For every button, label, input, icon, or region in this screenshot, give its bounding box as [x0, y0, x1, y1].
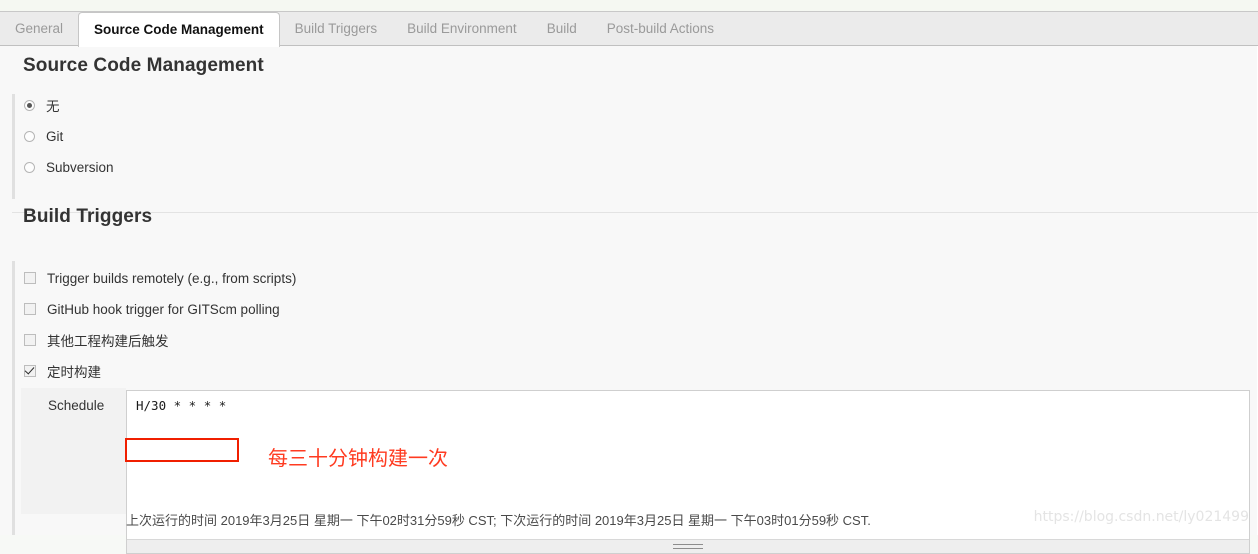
scm-option-row[interactable]: Git: [24, 126, 63, 146]
scm-option-label: 无: [46, 99, 60, 114]
textarea-footer: [127, 539, 1249, 553]
scm-option-row[interactable]: Subversion: [24, 157, 114, 177]
build-trigger-option-row[interactable]: 定时构建: [24, 361, 101, 381]
tab-general[interactable]: General: [0, 12, 78, 46]
tab-list: General Source Code Management Build Trigg…: [0, 12, 729, 47]
schedule-input-value: H/30 * * * *: [136, 398, 227, 413]
tab-build[interactable]: Build: [532, 12, 592, 46]
schedule-status-text: 上次运行的时间 2019年3月25日 星期一 下午02时31分59秒 CST; …: [126, 513, 871, 528]
watermark-text: https://blog.csdn.net/ly021499: [1033, 509, 1249, 525]
build-trigger-option-row[interactable]: GitHub hook trigger for GITScm polling: [24, 299, 280, 319]
build-trigger-option-label: GitHub hook trigger for GITScm polling: [47, 301, 280, 317]
config-tab-bar: General Source Code Management Build Trigg…: [0, 11, 1258, 47]
build-trigger-option-row[interactable]: 其他工程构建后触发: [24, 330, 169, 350]
scm-option-label: Subversion: [46, 159, 114, 175]
radio-button-icon[interactable]: [24, 130, 35, 142]
config-content-panel: Source Code Management 无 Git Subversion Bu…: [0, 46, 1258, 554]
scm-option-row[interactable]: 无: [24, 95, 60, 115]
schedule-input[interactable]: H/30 * * * *: [126, 390, 1250, 554]
scm-option-label: Git: [46, 128, 64, 144]
build-trigger-option-label: 其他工程构建后触发: [47, 334, 169, 349]
checkbox-icon[interactable]: [24, 303, 36, 315]
resize-handle-icon[interactable]: [673, 544, 703, 549]
build-trigger-option-row[interactable]: Trigger builds remotely (e.g., from scri…: [24, 268, 296, 288]
scm-group-rail: [12, 94, 15, 199]
build-trigger-option-label: Trigger builds remotely (e.g., from scri…: [47, 270, 297, 286]
tab-source-code-management[interactable]: Source Code Management: [78, 12, 280, 47]
tab-build-triggers[interactable]: Build Triggers: [280, 12, 393, 46]
page-title-scm: Source Code Management: [23, 55, 264, 76]
tab-build-environment[interactable]: Build Environment: [392, 12, 532, 46]
window-top-strip: [0, 0, 1258, 11]
page-title-build-triggers: Build Triggers: [23, 206, 153, 227]
checkbox-icon[interactable]: [24, 334, 36, 346]
build-triggers-group-rail: [12, 261, 15, 535]
schedule-label: Schedule: [48, 398, 105, 413]
annotation-note: 每三十分钟构建一次: [268, 446, 448, 470]
checkbox-icon[interactable]: [24, 272, 36, 284]
radio-button-icon[interactable]: [24, 161, 35, 173]
section-divider: [12, 212, 1258, 213]
tab-post-build-actions[interactable]: Post-build Actions: [592, 12, 729, 46]
checkbox-icon[interactable]: [24, 365, 36, 377]
build-trigger-option-label: 定时构建: [47, 365, 101, 380]
radio-button-icon[interactable]: [24, 99, 35, 111]
